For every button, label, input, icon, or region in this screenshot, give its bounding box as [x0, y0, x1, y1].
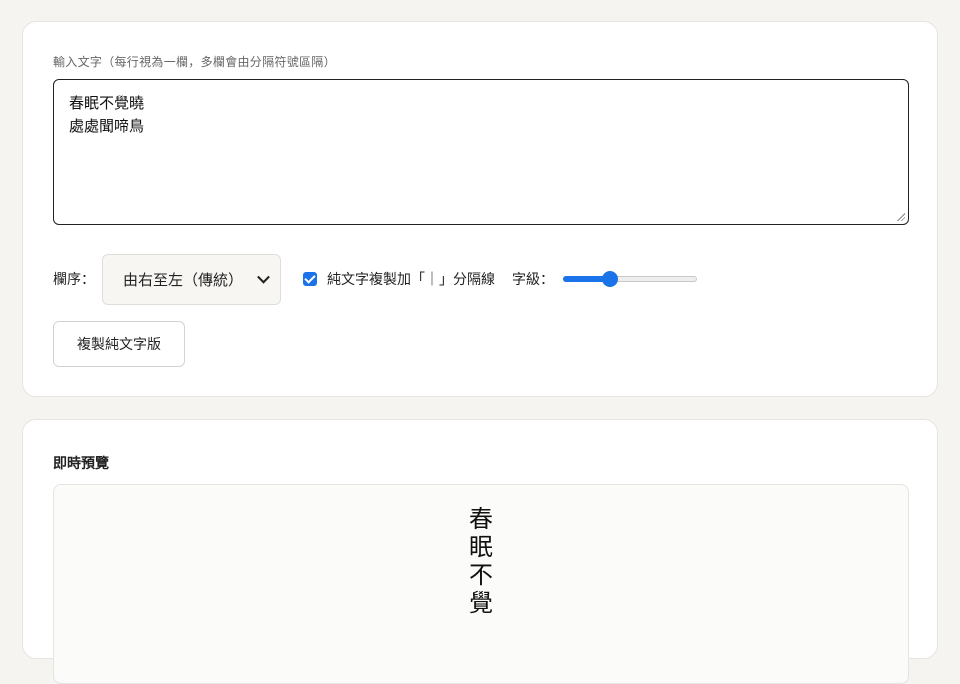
preview-char: 春 — [469, 505, 493, 533]
preview-box: 春 眠 不 覺 — [53, 484, 909, 684]
preview-char: 覺 — [469, 589, 493, 617]
preview-char: 不 — [469, 561, 493, 589]
column-order-label: 欄序： — [53, 272, 95, 288]
resize-grip-icon[interactable] — [896, 212, 905, 221]
copy-plain-text-button[interactable]: 複製純文字版 — [53, 321, 185, 367]
preview-columns: 春 眠 不 覺 — [54, 505, 908, 617]
text-input-line: 春眠不覺曉 — [69, 94, 145, 112]
slider-thumb[interactable] — [601, 271, 618, 287]
preview-card: 即時預覽 春 眠 不 覺 — [22, 419, 938, 684]
separator-checkbox-label[interactable]: 純文字複製加「｜」分隔線 — [327, 269, 495, 289]
preview-column: 春 眠 不 覺 — [467, 505, 495, 617]
input-label: 輸入文字（每行視為一欄，多欄會由分隔符號區隔） — [53, 55, 336, 69]
column-order-select[interactable]: 由右至左（傳統） — [102, 253, 281, 305]
input-card: 輸入文字（每行視為一欄，多欄會由分隔符號區隔） 春眠不覺曉 處處聞啼鳥 欄序： … — [22, 21, 938, 397]
text-input[interactable]: 春眠不覺曉 處處聞啼鳥 — [53, 79, 909, 225]
preview-title: 即時預覽 — [53, 456, 109, 472]
preview-char: 眠 — [469, 533, 493, 561]
chevron-down-icon — [257, 270, 270, 284]
font-size-label: 字級： — [512, 272, 554, 288]
separator-checkbox[interactable] — [303, 272, 317, 286]
controls-row: 欄序： 由右至左（傳統） 純文字複製加「｜」分隔線 字級： — [53, 253, 697, 305]
text-input-line: 處處聞啼鳥 — [69, 117, 145, 135]
font-size-slider[interactable] — [563, 271, 697, 287]
column-order-value: 由右至左（傳統） — [123, 270, 244, 289]
